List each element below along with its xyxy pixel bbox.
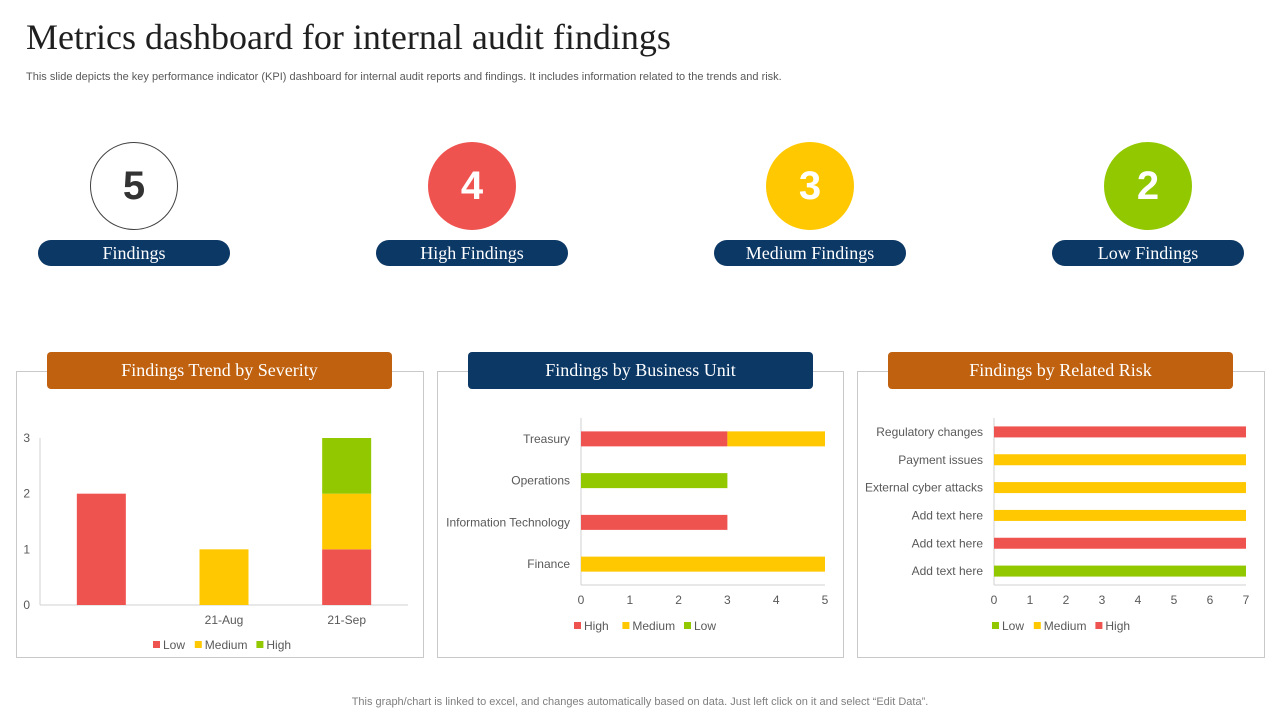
- kpi-medium-findings-value: 3: [766, 142, 854, 230]
- page-title: Metrics dashboard for internal audit fin…: [26, 17, 671, 57]
- panel-related-risk: [857, 371, 1265, 658]
- kpi-high-findings-value: 4: [428, 142, 516, 230]
- severity-trend-heading: Findings Trend by Severity: [47, 352, 392, 389]
- kpi-low-findings: 2 Low Findings: [1052, 142, 1244, 268]
- business-unit-heading: Findings by Business Unit: [468, 352, 813, 389]
- kpi-low-findings-label: Low Findings: [1052, 240, 1244, 266]
- kpi-high-findings: 4 High Findings: [376, 142, 568, 268]
- panel-business-unit: [437, 371, 844, 658]
- kpi-medium-findings: 3 Medium Findings: [714, 142, 906, 268]
- kpi-findings-value: 5: [90, 142, 178, 230]
- kpi-findings: 5 Findings: [38, 142, 230, 268]
- kpi-low-findings-value: 2: [1104, 142, 1192, 230]
- kpi-high-findings-label: High Findings: [376, 240, 568, 266]
- panel-severity-trend: [16, 371, 424, 658]
- kpi-findings-label: Findings: [38, 240, 230, 266]
- page-subtitle: This slide depicts the key performance i…: [26, 71, 782, 83]
- kpi-medium-findings-label: Medium Findings: [714, 240, 906, 266]
- footer-note: This graph/chart is linked to excel, and…: [351, 696, 929, 708]
- related-risk-heading: Findings by Related Risk: [888, 352, 1233, 389]
